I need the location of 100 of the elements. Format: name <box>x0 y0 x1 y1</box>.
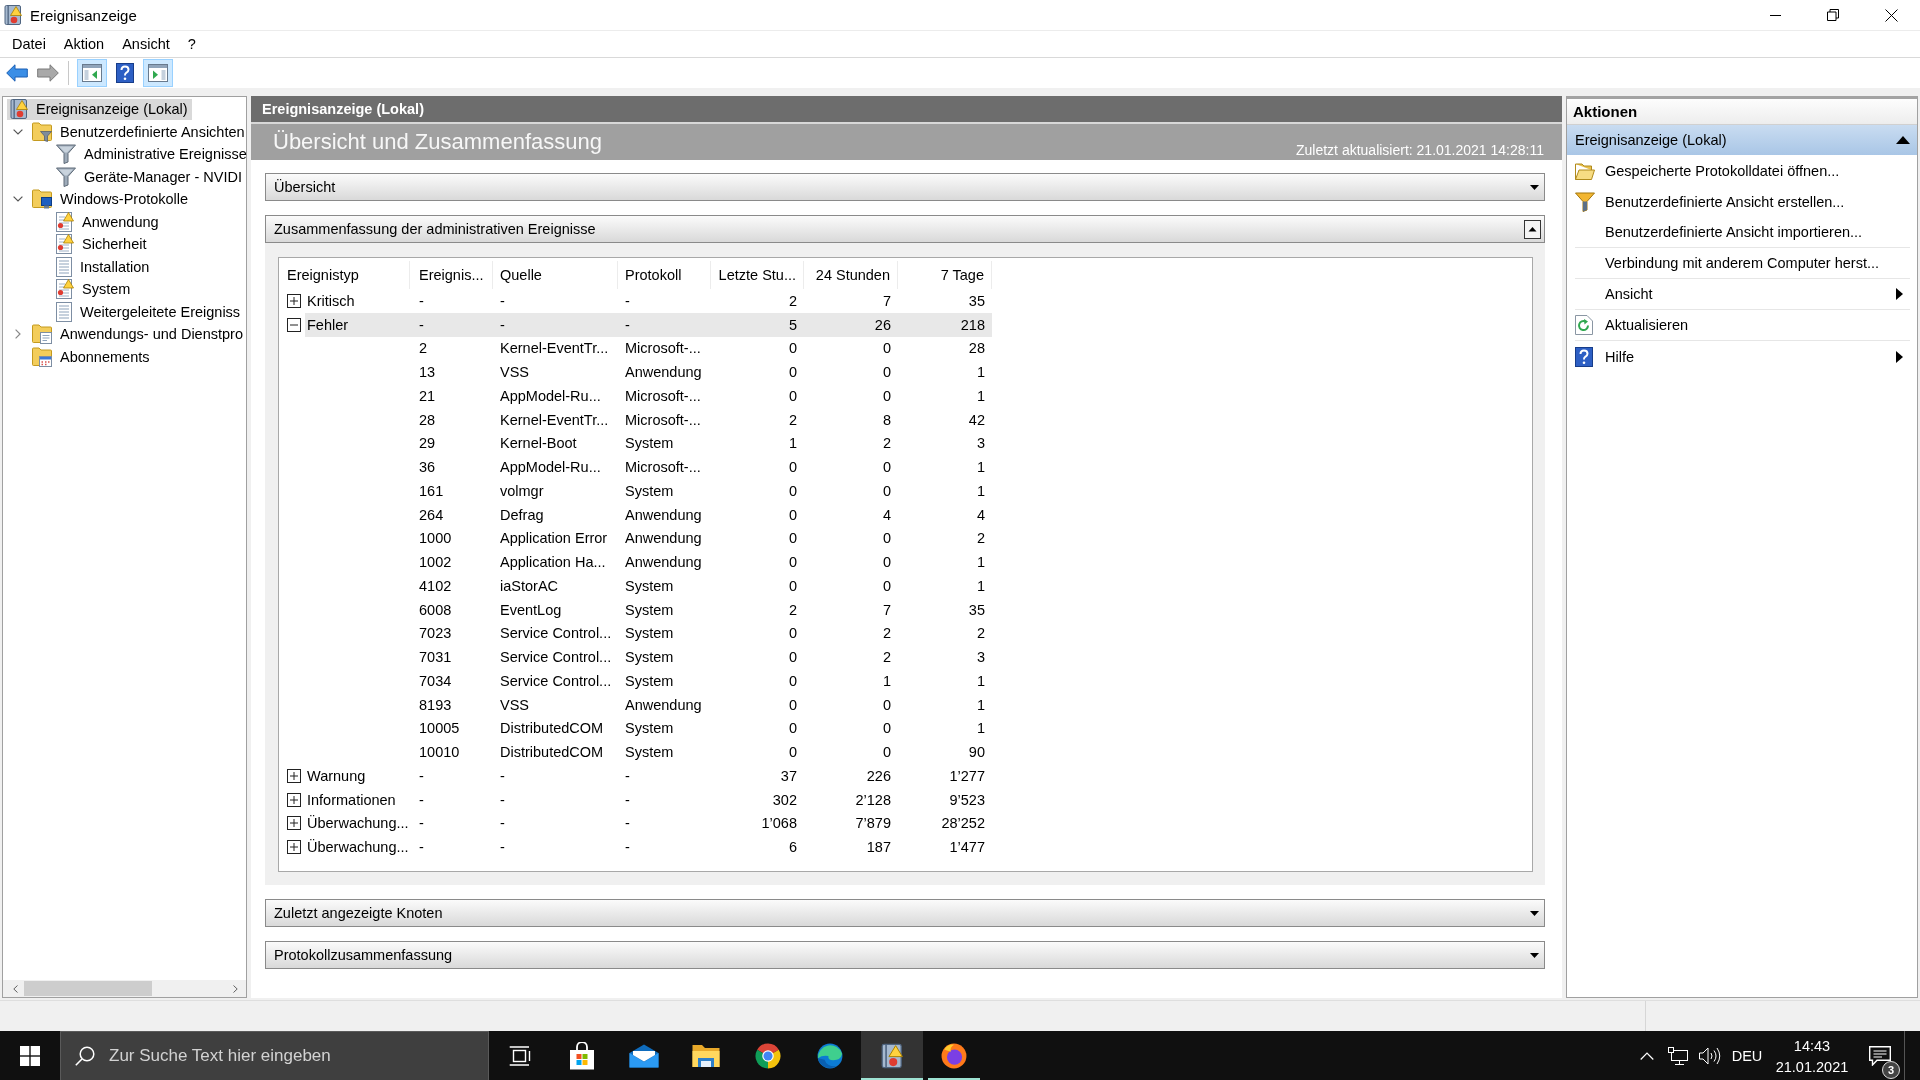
action-item[interactable]: Benutzerdefinierte Ansicht erstellen... <box>1567 186 1910 217</box>
table-cell-text: VSS <box>499 364 530 381</box>
show-actions-button[interactable] <box>143 59 173 87</box>
action-group-header[interactable]: Ereignisanzeige (Lokal) <box>1567 125 1917 155</box>
action-item[interactable]: Hilfe <box>1567 341 1910 372</box>
section-header[interactable]: Zuletzt angezeigte Knoten <box>265 899 1545 927</box>
table-cell-text: Kernel-EventTr... <box>499 340 610 357</box>
collapse-triangle-icon[interactable] <box>1896 136 1910 144</box>
table-cell-text: 0 <box>881 696 892 713</box>
table-cell-text: 26 <box>873 316 892 333</box>
chevron-up-icon[interactable] <box>1640 1052 1654 1060</box>
dropdown-caret-icon[interactable] <box>1530 952 1539 958</box>
expand-box-icon[interactable] <box>287 792 301 807</box>
table-cell-text: - <box>418 815 425 832</box>
event-log-icon <box>10 99 28 120</box>
tree-item[interactable]: Sicherheit <box>53 233 151 255</box>
scroll-left-icon[interactable] <box>13 984 18 993</box>
tree-item[interactable]: Abonnements <box>29 346 154 368</box>
tree-item[interactable]: Anwendungs- und Dienstpro <box>29 323 247 345</box>
menu-item[interactable]: Ansicht <box>113 33 179 55</box>
table-cell-text: AppModel-Ru... <box>499 459 602 476</box>
action-item[interactable]: Ansicht <box>1575 279 1910 310</box>
table-cell-text: 7 <box>881 292 892 309</box>
show-tree-button[interactable] <box>77 59 107 87</box>
table-cell-text: System <box>624 649 675 666</box>
tree-item[interactable]: Ereignisanzeige (Lokal) <box>7 98 192 120</box>
tree-item[interactable]: Anwendung <box>53 211 163 233</box>
log-warning-icon <box>56 211 74 232</box>
tree-item[interactable]: Installation <box>53 256 154 278</box>
menu-item[interactable]: ? <box>178 33 205 55</box>
action-item[interactable]: Aktualisieren <box>1575 310 1910 341</box>
section-header[interactable]: Übersicht <box>265 173 1545 201</box>
table-cell-text: Kernel-EventTr... <box>499 411 610 428</box>
notification-count: 3 <box>1882 1061 1900 1079</box>
table-cell-text: 0 <box>787 340 798 357</box>
table-cell-text: Anwendung <box>624 554 703 571</box>
column-header[interactable]: 24 Stunden <box>804 261 898 289</box>
dropdown-caret-icon[interactable] <box>1530 910 1539 916</box>
taskbar-app-button[interactable] <box>861 1031 923 1080</box>
language-indicator[interactable]: DEU <box>1726 1048 1768 1064</box>
clock-time[interactable]: 14:43 <box>1793 1037 1831 1054</box>
tree-item[interactable]: Administrative Ereignisse <box>53 143 251 165</box>
table-cell-text: 0 <box>881 720 892 737</box>
table-cell-text: Application Error <box>499 530 609 547</box>
horizontal-scrollbar[interactable] <box>3 980 246 997</box>
column-header[interactable]: Ereignis... <box>410 261 493 289</box>
scrollbar-thumb[interactable] <box>24 981 152 996</box>
table-cell-text: - <box>624 767 631 784</box>
column-header[interactable]: Quelle <box>493 261 618 289</box>
tree-item[interactable]: Benutzerdefinierte Ansichten <box>29 121 249 143</box>
action-item[interactable]: Gespeicherte Protokolldatei öffnen... <box>1567 155 1910 186</box>
column-header[interactable]: Protokoll <box>618 261 711 289</box>
notification-icon[interactable] <box>1869 1046 1891 1066</box>
tree-item[interactable]: Geräte-Manager - NVIDI <box>53 166 246 188</box>
expand-box-icon[interactable] <box>287 840 301 855</box>
flame-globe-icon <box>941 1043 967 1069</box>
table-cell-text: 218 <box>959 316 986 333</box>
collapse-box-icon[interactable] <box>287 317 301 332</box>
section-header[interactable]: Zusammenfassung der administrativen Ereignisse <box>265 215 1545 243</box>
volume-icon[interactable] <box>1699 1047 1721 1065</box>
table-cell-text: Microsoft-... <box>624 459 702 476</box>
clock-date[interactable]: 21.01.2021 <box>1775 1058 1849 1075</box>
menu-item[interactable]: Datei <box>3 33 55 55</box>
table-cell-text: 226 <box>865 767 892 784</box>
filter-folder-icon <box>32 121 52 142</box>
expand-box-icon[interactable] <box>287 816 301 831</box>
table-cell-text: 7023 <box>418 625 453 642</box>
selected-row[interactable]: Fehler - - - 5 26 218 <box>305 312 992 337</box>
expand-box-icon[interactable] <box>287 293 301 308</box>
tree-item[interactable]: Weitergeleitete Ereigniss <box>53 301 245 323</box>
start-icon <box>20 1046 40 1066</box>
table-cell-text: 2 <box>975 625 986 642</box>
column-header[interactable]: 7 Tage <box>898 261 992 289</box>
action-item[interactable]: Verbindung mit anderem Computer herst... <box>1575 248 1910 279</box>
action-item[interactable]: Benutzerdefinierte Ansicht importieren... <box>1575 217 1910 248</box>
chevron-down-icon[interactable] <box>13 128 23 135</box>
table-cell-text: 35 <box>967 601 986 618</box>
table-cell-text: - <box>499 815 506 832</box>
chevron-down-icon[interactable] <box>13 196 23 203</box>
close-icon <box>1884 8 1898 22</box>
table-cell-text: 0 <box>787 530 798 547</box>
table-cell-text: Application Ha... <box>499 554 607 571</box>
funnel-icon <box>56 144 76 165</box>
network-icon[interactable] <box>1668 1047 1688 1065</box>
tree-item[interactable]: Windows-Protokolle <box>29 188 193 210</box>
scroll-right-icon[interactable] <box>233 984 238 993</box>
table-cell-text: 0 <box>881 459 892 476</box>
table-cell-text: iaStorAC <box>499 577 560 594</box>
column-header[interactable]: Ereignistyp <box>279 261 410 289</box>
expand-box-icon[interactable] <box>287 768 301 783</box>
menu-item[interactable]: Aktion <box>54 33 114 55</box>
chevron-right-icon[interactable] <box>15 329 21 340</box>
tree-item[interactable]: System <box>53 278 135 300</box>
table-cell-text: 1 <box>975 554 986 571</box>
dropdown-caret-icon[interactable] <box>1530 184 1539 190</box>
table-cell-text: 187 <box>865 839 892 856</box>
table-cell-text: - <box>418 316 425 333</box>
search-field[interactable]: Zur Suche Text hier eingeben <box>60 1031 489 1080</box>
section-header[interactable]: Protokollzusammenfassung <box>265 941 1545 969</box>
column-header[interactable]: Letzte Stu... <box>711 261 804 289</box>
